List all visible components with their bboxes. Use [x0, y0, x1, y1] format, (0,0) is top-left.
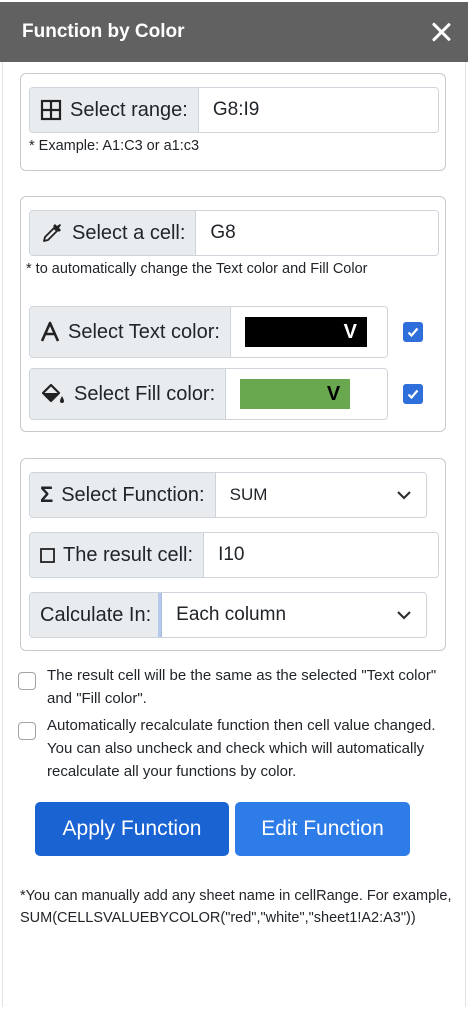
calc-label: Calculate In: — [40, 603, 152, 626]
function-select-value: SUM — [229, 485, 268, 504]
text-color-group: Select Text color: V — [29, 306, 388, 358]
result-label: The result cell: — [63, 543, 194, 566]
auto-recalc-text: Automatically recalculate function then … — [47, 717, 436, 780]
dialog-titlebar: Function by Color — [0, 2, 468, 62]
eyedropper-icon — [40, 221, 64, 245]
text-color-icon — [40, 321, 60, 343]
calc-label-addon: Calculate In: — [30, 593, 163, 637]
calculate-in-group: Calculate In: Each column — [29, 592, 427, 638]
function-select-group: Σ Select Function: SUM — [29, 472, 427, 518]
cell-label: Select a cell: — [72, 221, 186, 244]
fill-color-group: Select Fill color: V — [29, 368, 388, 420]
range-hint: * Example: A1:C3 or a1:c3 — [29, 138, 200, 154]
close-icon[interactable] — [428, 19, 454, 45]
cell-input-group: Select a cell: G8 — [29, 210, 439, 256]
text-color-swatch[interactable]: V — [244, 317, 367, 347]
calculate-in-select[interactable]: Each column — [162, 593, 426, 637]
color-group: Select a cell: G8 * to automatically cha… — [20, 196, 446, 432]
paint-bucket-icon — [40, 382, 66, 406]
fill-color-label: Select Fill color: — [74, 382, 216, 405]
dialog-title: Function by Color — [22, 21, 185, 42]
chevron-down-icon — [397, 491, 411, 500]
apply-function-button[interactable]: Apply Function — [35, 802, 229, 856]
function-label: Select Function: — [61, 483, 205, 506]
chevron-down-icon — [397, 611, 411, 620]
text-color-label: Select Text color: — [68, 320, 220, 343]
text-color-checkbox[interactable] — [403, 322, 423, 342]
same-color-checkbox[interactable] — [18, 672, 36, 690]
edit-function-button[interactable]: Edit Function — [235, 802, 410, 856]
calc-select-value: Each column — [176, 604, 287, 625]
result-cell-group: The result cell: I10 — [29, 532, 439, 578]
fill-color-picker[interactable]: V — [226, 369, 387, 419]
footnote: *You can manually add any sheet name in … — [20, 888, 452, 926]
option-auto-recalc[interactable]: Automatically recalculate function then … — [18, 714, 457, 783]
same-color-text: The result cell will be the same as the … — [47, 667, 437, 707]
range-group: Select range: G8:I9 * Example: A1:C3 or … — [20, 73, 446, 171]
range-input-group: Select range: G8:I9 — [29, 87, 439, 133]
result-label-addon: The result cell: — [30, 533, 205, 577]
sigma-icon: Σ — [40, 482, 54, 507]
function-select[interactable]: SUM — [215, 473, 426, 517]
auto-recalc-checkbox[interactable] — [18, 722, 36, 740]
cell-input[interactable]: G8 — [196, 211, 438, 255]
cell-label-addon: Select a cell: — [30, 211, 197, 255]
range-label: Select range: — [70, 98, 188, 121]
fill-color-swatch[interactable]: V — [240, 379, 351, 409]
fill-color-label-addon: Select Fill color: — [30, 369, 227, 419]
text-color-marker: V — [343, 320, 357, 343]
option-same-color[interactable]: The result cell will be the same as the … — [18, 664, 457, 710]
range-label-addon: Select range: — [30, 88, 199, 132]
function-label-addon: Σ Select Function: — [30, 473, 216, 517]
cell-hint: * to automatically change the Text color… — [26, 261, 368, 277]
fill-color-checkbox[interactable] — [403, 384, 423, 404]
function-group: Σ Select Function: SUM The result cell: … — [20, 458, 446, 651]
text-color-picker[interactable]: V — [230, 307, 387, 357]
text-color-label-addon: Select Text color: — [30, 307, 231, 357]
fill-color-marker: V — [326, 382, 341, 405]
grid-icon — [40, 99, 62, 121]
range-input[interactable]: G8:I9 — [198, 88, 438, 132]
square-icon — [40, 547, 55, 563]
result-cell-input[interactable]: I10 — [204, 533, 438, 577]
